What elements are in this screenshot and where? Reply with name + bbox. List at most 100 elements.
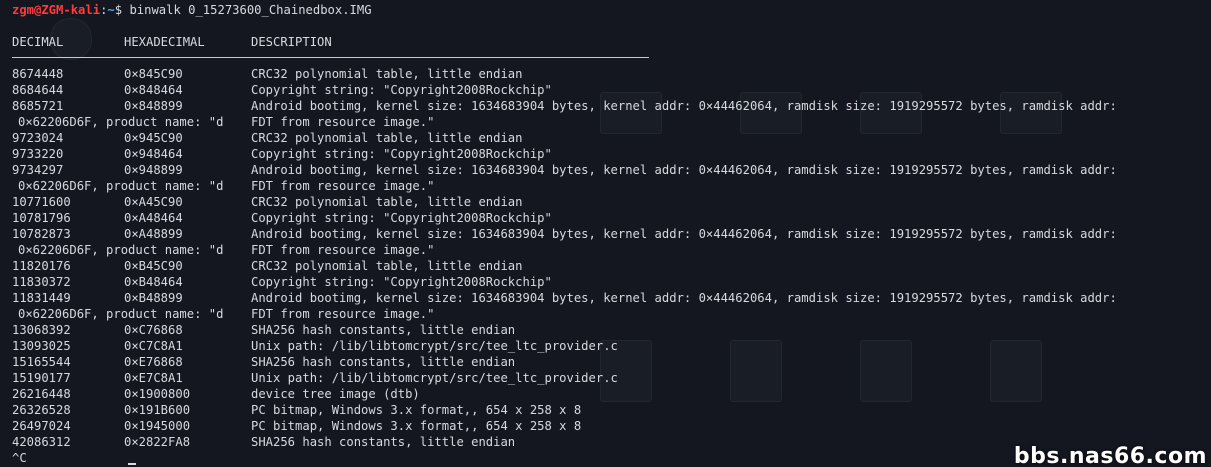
cell-decimal: 11830372 (12, 275, 71, 289)
cell-hexadecimal: 0×A48464 (124, 211, 183, 225)
cell-decimal: 15190177 (12, 371, 71, 385)
command-line: zgm@ZGM-kali:~$ binwalk 0_15273600_Chain… (12, 3, 372, 17)
cell-decimal: 9734297 (12, 163, 64, 177)
cell-description: Unix path: /lib/libtomcrypt/src/tee_ltc_… (251, 339, 618, 353)
cell-hexadecimal: 0×E76868 (124, 355, 183, 369)
cell-description: PC bitmap, Windows 3.x format,, 654 x 25… (251, 403, 582, 417)
continuation-right: FDT from resource image." (251, 307, 435, 321)
cell-decimal: 13093025 (12, 339, 71, 353)
prompt-symbol: $ (114, 3, 123, 17)
prompt-user-host: zgm@ZGM-kali (12, 3, 101, 17)
table-row: 26497024 0×1945000 PC bitmap, Windows 3.x … (12, 418, 1211, 434)
terminal-cursor (128, 463, 136, 465)
cell-description: PC bitmap, Windows 3.x format,, 654 x 25… (251, 419, 582, 433)
table-row: 15165544 0×E76868 SHA256 hash constants, l… (12, 354, 1211, 370)
cell-hexadecimal: 0×948899 (124, 163, 183, 177)
cell-hexadecimal: 0×848899 (124, 99, 183, 113)
cell-hexadecimal: 0×A48899 (124, 227, 183, 241)
table-row: 13093025 0×C7C8A1 Unix path: /lib/libtomcr… (12, 338, 1211, 354)
table-row: 11820176 0×B45C90 CRC32 polynomial table, … (12, 258, 1211, 274)
table-row: 9723024 0×945C90 CRC32 polynomial table, l… (12, 130, 1211, 146)
table-row-continuation: 0×62206D6F, product name: "d FDT from res… (12, 178, 1211, 194)
table-row: 8674448 0×845C90 CRC32 polynomial table, l… (12, 66, 1211, 82)
cell-decimal: 10781796 (12, 211, 71, 225)
cell-hexadecimal: 0×C7C8A1 (124, 339, 183, 353)
cell-hexadecimal: 0×C76868 (124, 323, 183, 337)
cell-description: Android bootimg, kernel size: 1634683904… (251, 163, 1117, 177)
table-row: 11830372 0×B48464 Copyright string: "Copyr… (12, 274, 1211, 290)
cell-hexadecimal: 0×B48464 (124, 275, 183, 289)
table-row: 10771600 0×A45C90 CRC32 polynomial table, … (12, 194, 1211, 210)
cell-hexadecimal: 0×E7C8A1 (124, 371, 183, 385)
cell-description: Copyright string: "Copyright2008Rockchip… (251, 275, 552, 289)
cell-hexadecimal: 0×945C90 (124, 131, 183, 145)
cell-decimal: 9723024 (12, 131, 64, 145)
command-text: binwalk 0_15273600_Chainedbox.IMG (129, 3, 372, 17)
table-row-continuation: 0×62206D6F, product name: "d FDT from res… (12, 306, 1211, 322)
cell-description: Android bootimg, kernel size: 1634683904… (251, 227, 1117, 241)
continuation-left: 0×62206D6F, product name: "d (18, 243, 224, 257)
cell-decimal: 15165544 (12, 355, 71, 369)
table-row: 8685721 0×848899 Android bootimg, kernel s… (12, 98, 1211, 114)
cell-description: Android bootimg, kernel size: 1634683904… (251, 291, 1117, 305)
cell-decimal: 26326528 (12, 403, 71, 417)
cell-description: SHA256 hash constants, little endian (251, 355, 516, 369)
header-decimal: DECIMAL (12, 35, 64, 49)
table-row-continuation: 0×62206D6F, product name: "d FDT from res… (12, 242, 1211, 258)
cell-description: CRC32 polynomial table, little endian (251, 259, 523, 273)
table-row: 26216448 0×1900800 device tree image (dtb) (12, 386, 1211, 402)
cell-decimal: 10771600 (12, 195, 71, 209)
table-row: 26326528 0×191B600 PC bitmap, Windows 3.x … (12, 402, 1211, 418)
table-row: 11831449 0×B48899 Android bootimg, kernel … (12, 290, 1211, 306)
cell-decimal: 11831449 (12, 291, 71, 305)
cell-decimal: 8685721 (12, 99, 64, 113)
table-row: 10782873 0×A48899 Android bootimg, kernel … (12, 226, 1211, 242)
cell-decimal: 13068392 (12, 323, 71, 337)
terminal-output: zgm@ZGM-kali:~$ binwalk 0_15273600_Chain… (12, 2, 1211, 466)
cell-description: device tree image (dtb) (251, 387, 420, 401)
cell-hexadecimal: 0×1945000 (124, 419, 191, 433)
continuation-left: 0×62206D6F, product name: "d (18, 115, 224, 129)
cell-hexadecimal: 0×A45C90 (124, 195, 183, 209)
terminal-window[interactable]: zgm@ZGM-kali:~$ binwalk 0_15273600_Chain… (0, 0, 1211, 467)
continuation-right: FDT from resource image." (251, 243, 435, 257)
cell-hexadecimal: 0×2822FA8 (124, 435, 191, 449)
cell-decimal: 9733220 (12, 147, 64, 161)
cell-description: SHA256 hash constants, little endian (251, 435, 516, 449)
cell-hexadecimal: 0×191B600 (124, 403, 191, 417)
cell-description: CRC32 polynomial table, little endian (251, 195, 523, 209)
table-row: 15190177 0×E7C8A1 Unix path: /lib/libtomcr… (12, 370, 1211, 386)
table-row: 10781796 0×A48464 Copyright string: "Copyr… (12, 210, 1211, 226)
table-row: 8684644 0×848464 Copyright string: "Copyri… (12, 82, 1211, 98)
cell-description: Copyright string: "Copyright2008Rockchip… (251, 83, 552, 97)
table-row-continuation: 0×62206D6F, product name: "d FDT from res… (12, 114, 1211, 130)
continuation-left: 0×62206D6F, product name: "d (18, 307, 224, 321)
table-header: DECIMAL HEXADECIMAL DESCRIPTION (12, 34, 1211, 50)
cell-description: Unix path: /lib/libtomcrypt/src/tee_ltc_… (251, 371, 618, 385)
cell-hexadecimal: 0×B45C90 (124, 259, 183, 273)
cell-decimal: 11820176 (12, 259, 71, 273)
cell-decimal: 10782873 (12, 227, 71, 241)
cell-hexadecimal: 0×948464 (124, 147, 183, 161)
header-hexadecimal: HEXADECIMAL (124, 35, 205, 49)
header-description: DESCRIPTION (251, 35, 332, 49)
cell-hexadecimal: 0×845C90 (124, 67, 183, 81)
continuation-right: FDT from resource image." (251, 115, 435, 129)
watermark: bbs.nas66.com (1013, 444, 1207, 467)
table-row: 9733220 0×948464 Copyright string: "Copyri… (12, 146, 1211, 162)
result-rows: 8674448 0×845C90 CRC32 polynomial table, l… (12, 66, 1211, 450)
cell-description: Copyright string: "Copyright2008Rockchip… (251, 211, 552, 225)
cell-hexadecimal: 0×848464 (124, 83, 183, 97)
cell-description: CRC32 polynomial table, little endian (251, 67, 523, 81)
prompt-path: ~ (107, 3, 115, 17)
cell-description: Android bootimg, kernel size: 1634683904… (251, 99, 1117, 113)
table-row: 9734297 0×948899 Android bootimg, kernel s… (12, 162, 1211, 178)
cell-description: SHA256 hash constants, little endian (251, 323, 516, 337)
continuation-right: FDT from resource image." (251, 179, 435, 193)
cell-hexadecimal: 0×1900800 (124, 387, 191, 401)
cell-description: CRC32 polynomial table, little endian (251, 131, 523, 145)
cell-description: Copyright string: "Copyright2008Rockchip… (251, 147, 552, 161)
cell-decimal: 8684644 (12, 83, 64, 97)
cell-hexadecimal: 0×B48899 (124, 291, 183, 305)
